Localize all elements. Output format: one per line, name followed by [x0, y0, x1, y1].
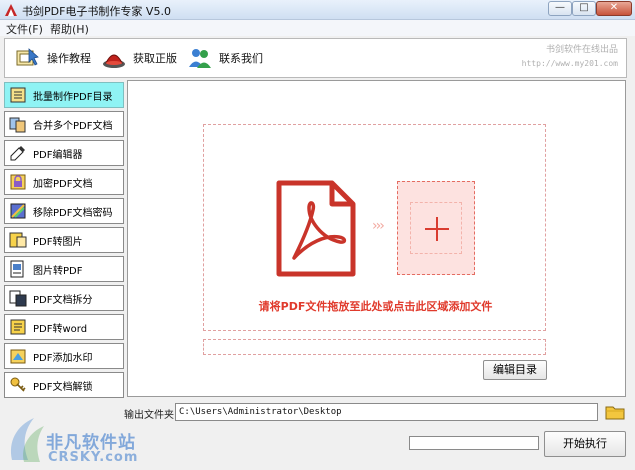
output-folder-field[interactable] — [175, 403, 598, 421]
maximize-button[interactable]: □ — [572, 1, 596, 16]
brand-text: 书剑软件在线出品 http://www.my201.com — [522, 43, 618, 71]
tutorial-button[interactable]: 操作教程 — [15, 44, 91, 72]
minimize-button[interactable]: — — [548, 1, 572, 16]
image-to-pdf-icon — [10, 260, 24, 278]
menu-file[interactable]: 文件(F) — [6, 21, 43, 37]
menu-help[interactable]: 帮助(H) — [50, 21, 89, 37]
sidebar-item-label: PDF编辑器 — [33, 149, 83, 161]
purchase-button[interactable]: 获取正版 — [101, 44, 177, 72]
folder-icon[interactable] — [605, 403, 625, 421]
sidebar-item-label: 移除PDF文档密码 — [33, 207, 113, 219]
sidebar-item-label: 图片转PDF — [33, 265, 83, 277]
watermark-icon — [10, 349, 26, 364]
arrow-indicator: ››› — [372, 218, 385, 234]
contact-icon — [189, 49, 211, 68]
start-button[interactable]: 开始执行 — [544, 431, 626, 457]
sidebar-item-editor[interactable]: PDF编辑器 — [4, 140, 124, 166]
sidebar-item-label: 加密PDF文档 — [33, 178, 93, 190]
progress-bar — [409, 436, 539, 450]
brand-url: http://www.my201.com — [521, 59, 618, 68]
pdf-file-icon — [276, 180, 356, 277]
unlock-icon — [10, 377, 26, 392]
sidebar-item-label: 批量制作PDF目录 — [33, 91, 113, 103]
sidebar-item-batch-toc[interactable]: 批量制作PDF目录 — [4, 82, 124, 108]
purchase-label: 获取正版 — [133, 52, 177, 65]
sidebar: 批量制作PDF目录 合并多个PDF文档 PDF编辑器 加密PDF文档 移除PDF… — [4, 80, 124, 398]
window-title: 书剑PDF电子书制作专家 V5.0 — [22, 5, 171, 18]
main-panel: ››› 请将PDF文件拖放至此处或点击此区域添加文件 编辑目录 — [127, 80, 626, 397]
pdf-to-word-icon — [10, 319, 26, 335]
editor-icon — [10, 146, 25, 161]
toolbar: 操作教程 获取正版 联系我们 书剑软件在线出品 http://www.my201… — [4, 38, 627, 78]
remove-password-icon — [10, 203, 26, 219]
brand-name: 书剑软件在线出品 — [545, 45, 618, 55]
batch-toc-icon — [10, 87, 26, 103]
pdf-dropzone[interactable]: ››› 请将PDF文件拖放至此处或点击此区域添加文件 — [203, 124, 546, 331]
contact-label: 联系我们 — [219, 52, 263, 65]
purchase-icon — [103, 54, 125, 68]
output-folder-label: 输出文件夹 — [124, 410, 174, 421]
sidebar-item-label: PDF文档拆分 — [33, 294, 93, 306]
sidebar-item-label: 合并多个PDF文档 — [33, 120, 113, 132]
sidebar-item-encrypt[interactable]: 加密PDF文档 — [4, 169, 124, 195]
sidebar-item-label: PDF转图片 — [33, 236, 83, 248]
sidebar-item-label: PDF转word — [33, 323, 88, 335]
tutorial-icon — [16, 48, 39, 66]
sidebar-item-split[interactable]: PDF文档拆分 — [4, 285, 124, 311]
sidebar-item-watermark[interactable]: PDF添加水印 — [4, 343, 124, 369]
merge-icon — [9, 117, 26, 133]
contact-button[interactable]: 联系我们 — [187, 44, 263, 72]
sidebar-item-remove-password[interactable]: 移除PDF文档密码 — [4, 198, 124, 224]
sidebar-item-label: PDF添加水印 — [33, 352, 93, 364]
tutorial-label: 操作教程 — [47, 52, 91, 65]
toc-strip — [203, 339, 546, 355]
sidebar-item-label: PDF文档解锁 — [33, 381, 93, 393]
add-file-inner — [410, 202, 462, 254]
sidebar-item-pdf-to-image[interactable]: PDF转图片 — [4, 227, 124, 253]
close-button[interactable]: ✕ — [596, 1, 632, 16]
pdf-to-image-icon — [9, 232, 27, 248]
encrypt-icon — [10, 174, 26, 190]
add-file-box[interactable] — [397, 181, 475, 275]
menu-bar: 文件(F) 帮助(H) — [0, 20, 635, 36]
sidebar-item-image-to-pdf[interactable]: 图片转PDF — [4, 256, 124, 282]
plus-icon — [425, 217, 449, 241]
split-icon — [9, 290, 27, 307]
sidebar-item-unlock[interactable]: PDF文档解锁 — [4, 372, 124, 398]
app-logo-icon — [5, 4, 17, 16]
title-bar: 书剑PDF电子书制作专家 V5.0 — □ ✕ — [0, 0, 635, 20]
sidebar-item-pdf-to-word[interactable]: PDF转word — [4, 314, 124, 340]
dropzone-hint: 请将PDF文件拖放至此处或点击此区域添加文件 — [258, 300, 493, 313]
sidebar-item-merge[interactable]: 合并多个PDF文档 — [4, 111, 124, 137]
edit-toc-button[interactable]: 编辑目录 — [483, 360, 547, 380]
watermark-en: CRSKY.com — [48, 450, 139, 465]
